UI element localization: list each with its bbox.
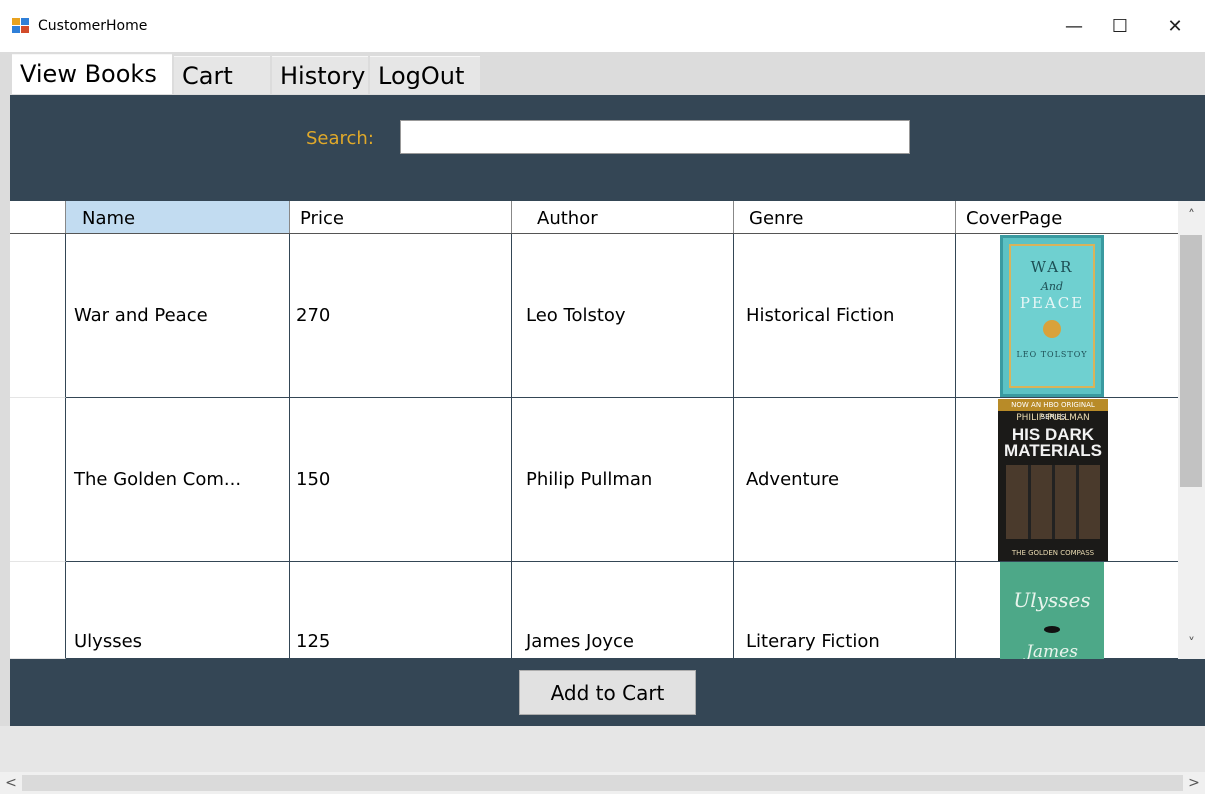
tab-cart[interactable]: Cart bbox=[174, 56, 270, 94]
cell-author[interactable]: Philip Pullman bbox=[512, 398, 734, 562]
cover-medal-icon bbox=[1043, 319, 1061, 338]
tab-history[interactable]: History bbox=[272, 56, 368, 94]
cell-genre[interactable]: Adventure bbox=[734, 398, 956, 562]
cover-text: And bbox=[1040, 279, 1064, 293]
tab-logout[interactable]: LogOut bbox=[370, 56, 480, 94]
table-row[interactable]: War and Peace 270 Leo Tolstoy Historical… bbox=[10, 234, 1178, 398]
row-header-corner[interactable] bbox=[10, 201, 66, 233]
table-row[interactable]: Ulysses 125 James Joyce Literary Fiction… bbox=[10, 562, 1178, 659]
column-header-author[interactable]: Author bbox=[512, 201, 734, 233]
search-label: Search: bbox=[306, 128, 374, 149]
cell-price[interactable]: 125 bbox=[290, 562, 512, 659]
window-title: CustomerHome bbox=[38, 18, 148, 34]
cover-text: THE GOLDEN COMPASS bbox=[1011, 548, 1095, 557]
scroll-down-icon[interactable]: ˅ bbox=[1178, 629, 1205, 659]
cell-genre[interactable]: Historical Fiction bbox=[734, 234, 956, 398]
scroll-track[interactable] bbox=[22, 775, 1183, 791]
cell-name[interactable]: Ulysses bbox=[66, 562, 290, 659]
cell-genre[interactable]: Literary Fiction bbox=[734, 562, 956, 659]
page-left-edge bbox=[0, 95, 10, 726]
cell-cover[interactable]: NOW AN HBO ORIGINAL SERIES PHILIP PULLMA… bbox=[956, 398, 1178, 562]
cell-name[interactable]: War and Peace bbox=[66, 234, 290, 398]
row-header[interactable] bbox=[10, 562, 66, 659]
column-header-genre[interactable]: Genre bbox=[734, 201, 956, 233]
cell-price[interactable]: 270 bbox=[290, 234, 512, 398]
cover-illustration bbox=[1076, 464, 1079, 539]
app-icon bbox=[12, 18, 30, 34]
cell-author[interactable]: James Joyce bbox=[512, 562, 734, 659]
column-header-price[interactable]: Price bbox=[290, 201, 512, 233]
horizontal-scrollbar[interactable]: < > bbox=[0, 772, 1205, 794]
cover-illustration bbox=[1052, 464, 1055, 539]
cover-text: LEO TOLSTOY bbox=[1016, 349, 1088, 359]
column-header-name[interactable]: Name bbox=[66, 201, 290, 233]
cell-author[interactable]: Leo Tolstoy bbox=[512, 234, 734, 398]
row-header[interactable] bbox=[10, 234, 66, 398]
cell-price[interactable]: 150 bbox=[290, 398, 512, 562]
cover-text: WAR bbox=[1030, 257, 1074, 276]
minimize-button[interactable]: — bbox=[1051, 0, 1097, 52]
add-to-cart-button[interactable]: Add to Cart bbox=[519, 670, 696, 715]
row-header[interactable] bbox=[10, 398, 66, 562]
cover-illustration bbox=[1028, 464, 1031, 539]
scroll-thumb[interactable] bbox=[1180, 235, 1202, 487]
books-grid: Name Price Author Genre CoverPage War an… bbox=[10, 201, 1205, 659]
cover-text: PEACE bbox=[1019, 293, 1085, 312]
title-bar: CustomerHome — ☐ ✕ bbox=[0, 0, 1205, 52]
table-row[interactable]: The Golden Com... 150 Philip Pullman Adv… bbox=[10, 398, 1178, 562]
form-background bbox=[0, 726, 1205, 772]
grid-header-row: Name Price Author Genre CoverPage bbox=[10, 201, 1178, 234]
book-cover-image: WAR And PEACE LEO TOLSTOY bbox=[1000, 234, 1104, 397]
cover-bug-icon bbox=[1044, 626, 1060, 633]
cell-cover[interactable]: WAR And PEACE LEO TOLSTOY bbox=[956, 234, 1178, 398]
cover-text: Ulysses bbox=[1013, 588, 1091, 612]
scroll-left-icon[interactable]: < bbox=[0, 772, 22, 794]
cell-name[interactable]: The Golden Com... bbox=[66, 398, 290, 562]
cover-text: HIS DARK MATERIALS bbox=[1004, 424, 1102, 460]
cell-cover[interactable]: Ulysses James bbox=[956, 562, 1178, 659]
cover-text: PHILIP PULLMAN bbox=[1016, 412, 1090, 423]
cover-text: NOW AN HBO ORIGINAL SERIES bbox=[998, 398, 1108, 421]
tab-view-books[interactable]: View Books bbox=[12, 54, 172, 94]
search-input[interactable] bbox=[400, 120, 910, 154]
book-cover-image: Ulysses James bbox=[1000, 562, 1104, 659]
book-cover-image: NOW AN HBO ORIGINAL SERIES PHILIP PULLMA… bbox=[998, 398, 1108, 561]
column-header-coverpage[interactable]: CoverPage bbox=[956, 201, 1178, 233]
scroll-right-icon[interactable]: > bbox=[1183, 772, 1205, 794]
scroll-up-icon[interactable]: ˄ bbox=[1178, 201, 1205, 231]
grid-vertical-scrollbar[interactable]: ˄ ˅ bbox=[1178, 201, 1205, 659]
close-button[interactable]: ✕ bbox=[1152, 0, 1198, 52]
cover-text: James bbox=[1026, 642, 1078, 659]
tab-strip: View Books Cart History LogOut bbox=[0, 52, 1205, 96]
maximize-button[interactable]: ☐ bbox=[1097, 0, 1143, 52]
